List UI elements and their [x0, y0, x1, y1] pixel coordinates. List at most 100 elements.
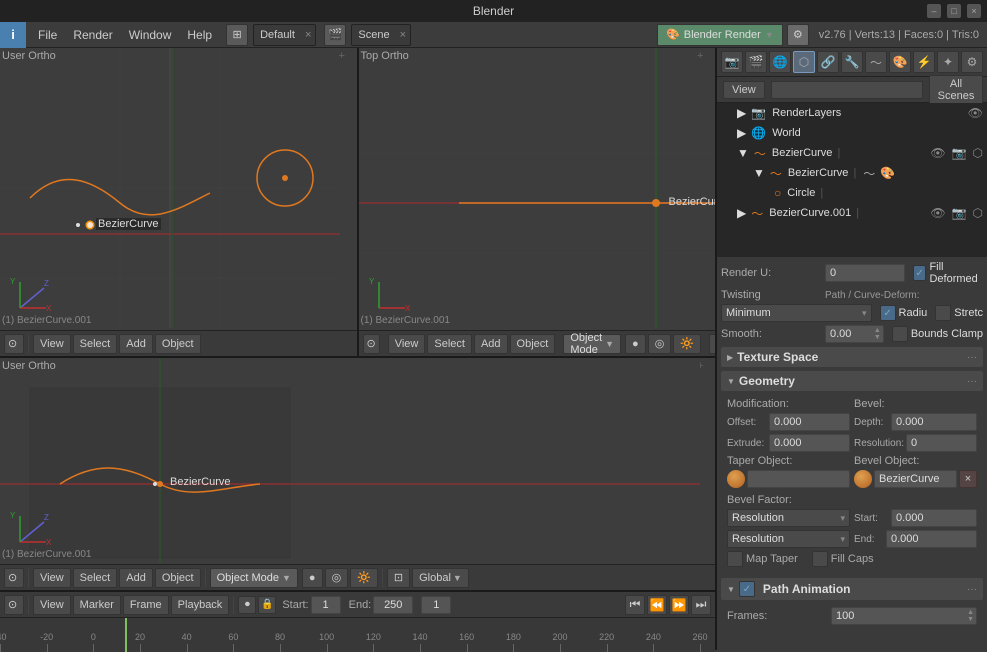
outliner-item-renderlayers[interactable]: ▶ 📷 RenderLayers 👁 [717, 103, 987, 123]
timeline-icon[interactable]: ⊙ [4, 595, 24, 615]
viewport-bottom[interactable]: User Ortho + BezierCurve [0, 358, 715, 590]
extrude-value[interactable]: 0.000 [769, 434, 850, 452]
timeline-view-menu[interactable]: View [33, 595, 71, 615]
select-menu-top[interactable]: Select [427, 334, 472, 354]
minimize-button[interactable]: – [927, 4, 941, 18]
beziercurve001-render-icon[interactable]: ⬡ [973, 206, 983, 220]
close-button[interactable]: × [967, 4, 981, 18]
play-forward-button[interactable]: ⏩ [669, 595, 689, 615]
fill-caps-checkbox[interactable] [812, 551, 828, 567]
shading-solid-b[interactable]: ● [302, 568, 323, 588]
workspace-close[interactable]: × [301, 29, 315, 41]
end-frame-value[interactable]: 250 [373, 596, 413, 614]
end-value[interactable]: 0.000 [886, 530, 977, 548]
record-button[interactable]: ⏺ [238, 596, 256, 614]
bevel-factor-res1-dropdown[interactable]: Resolution ▾ [727, 509, 850, 527]
path-anim-checkbox[interactable]: ✓ [739, 581, 755, 597]
panel-world-icon[interactable]: 🌐 [769, 51, 791, 73]
bounds-clamp-checkbox[interactable] [892, 326, 908, 342]
fill-deformed-checkbox[interactable]: ✓ [913, 265, 926, 281]
view-menu-top[interactable]: View [388, 334, 426, 354]
outliner-item-beziercurve001[interactable]: ▶ 〜 BezierCurve.001 | 👁 📷 ⬡ [717, 203, 987, 223]
current-frame-value[interactable]: 1 [421, 596, 451, 614]
viewport-icon-bottom[interactable]: ⊙ [4, 568, 24, 588]
bevel-obj-field[interactable]: BezierCurve [874, 470, 957, 488]
view-menu-bottom[interactable]: View [33, 568, 71, 588]
viewport-shading-extra[interactable]: ⊡ [709, 334, 715, 354]
beziercurve-cam-icon[interactable]: 📷 [952, 146, 967, 160]
menu-window[interactable]: Window [121, 22, 180, 48]
shading-rendered[interactable]: 🔆 [673, 334, 701, 354]
outliner-item-beziercurve[interactable]: ▼ 〜 BezierCurve | 👁 📷 ⬡ [717, 143, 987, 163]
beziercurve-render-icon[interactable]: ⬡ [973, 146, 983, 160]
path-animation-header[interactable]: ▼ ✓ Path Animation ··· [721, 578, 983, 600]
bevel-obj-close[interactable]: × [959, 470, 977, 488]
cycles-logo[interactable]: ⚙ [787, 24, 809, 46]
panel-modifier-icon[interactable]: 🔧 [841, 51, 863, 73]
outliner-view-btn[interactable]: View [723, 81, 765, 99]
view-menu-user[interactable]: View [33, 334, 71, 354]
taper-field[interactable] [747, 470, 850, 488]
panel-texture-icon[interactable]: ⚡ [913, 51, 935, 73]
shading-extra-b[interactable]: ⊡ [387, 568, 410, 588]
lock-button[interactable]: 🔒 [258, 596, 276, 614]
object-menu-top[interactable]: Object [510, 334, 556, 354]
beziercurve-eye-icon[interactable]: 👁 [930, 146, 945, 160]
jump-start-button[interactable]: ⏮ [625, 595, 645, 615]
scene-icon[interactable]: 🎬 [324, 24, 346, 46]
scene-close[interactable]: × [396, 29, 410, 41]
viewport-top-ortho[interactable]: Top Ortho + BezierCurve [359, 48, 716, 356]
add-menu-bottom[interactable]: Add [119, 568, 153, 588]
panel-constraint-icon[interactable]: 🔗 [817, 51, 839, 73]
shading-wire[interactable]: ◎ [648, 334, 672, 354]
maximize-button[interactable]: □ [947, 4, 961, 18]
select-menu-bottom[interactable]: Select [73, 568, 118, 588]
render-u-value[interactable]: 0 [825, 264, 905, 282]
menu-file[interactable]: File [30, 22, 65, 48]
panel-material-icon[interactable]: 🎨 [889, 51, 911, 73]
play-reverse-button[interactable]: ⏪ [647, 595, 667, 615]
select-menu-user[interactable]: Select [73, 334, 118, 354]
resolution-value[interactable]: 0 [906, 434, 977, 452]
shading-rendered-b[interactable]: 🔆 [350, 568, 378, 588]
timeline-playback-menu[interactable]: Playback [171, 595, 230, 615]
renderlayers-eye-icon[interactable]: 👁 [968, 106, 983, 120]
twisting-dropdown[interactable]: Minimum ▾ [721, 304, 872, 322]
depth-value[interactable]: 0.000 [891, 413, 977, 431]
radiu-checkbox[interactable]: ✓ [880, 305, 896, 321]
panel-data-icon[interactable]: 〜 [865, 51, 887, 73]
outliner-item-world[interactable]: ▶ 🌐 World [717, 123, 987, 143]
outliner-search[interactable] [771, 81, 923, 99]
beziercurve001-cam-icon[interactable]: 📷 [952, 206, 967, 220]
panel-render-icon[interactable]: 📷 [721, 51, 743, 73]
smooth-value[interactable]: 0.00 ▲▼ [825, 325, 884, 343]
object-menu-user[interactable]: Object [155, 334, 201, 354]
stretch-checkbox[interactable] [935, 305, 951, 321]
panel-scene-icon[interactable]: 🎬 [745, 51, 767, 73]
outliner-scenes-btn[interactable]: All Scenes [929, 75, 984, 105]
bevel-factor-res2-dropdown[interactable]: Resolution ▾ [727, 530, 850, 548]
info-icon[interactable]: i [0, 22, 26, 48]
geometry-header[interactable]: ▼ Geometry ··· [721, 371, 983, 391]
menu-render[interactable]: Render [65, 22, 120, 48]
start-value[interactable]: 0.000 [891, 509, 977, 527]
add-menu-user[interactable]: Add [119, 334, 153, 354]
panel-physics-icon[interactable]: ⚙ [961, 51, 983, 73]
object-mode-bottom[interactable]: Object Mode ▼ [210, 568, 298, 588]
object-mode-top[interactable]: Object Mode ▼ [563, 334, 621, 354]
shading-solid[interactable]: ● [625, 334, 646, 354]
outliner-item-beziercurve-child[interactable]: ▼ 〜 BezierCurve | 〜 🎨 [717, 163, 987, 183]
start-frame-value[interactable]: 1 [311, 596, 341, 614]
viewport-user-ortho[interactable]: User Ortho + [0, 48, 359, 356]
add-menu-top[interactable]: Add [474, 334, 508, 354]
texture-space-header[interactable]: ▶ Texture Space ··· [721, 347, 983, 367]
viewport-icon-user[interactable]: ⊙ [4, 334, 24, 354]
global-dropdown-b[interactable]: Global ▼ [412, 568, 469, 588]
object-menu-bottom[interactable]: Object [155, 568, 201, 588]
timeline-frame-menu[interactable]: Frame [123, 595, 169, 615]
menu-help[interactable]: Help [179, 22, 220, 48]
map-taper-checkbox[interactable] [727, 551, 743, 567]
beziercurve001-eye-icon[interactable]: 👁 [930, 206, 945, 220]
workspace-label[interactable]: Default [254, 29, 301, 41]
outliner-item-circle[interactable]: ○ Circle | [717, 183, 987, 203]
